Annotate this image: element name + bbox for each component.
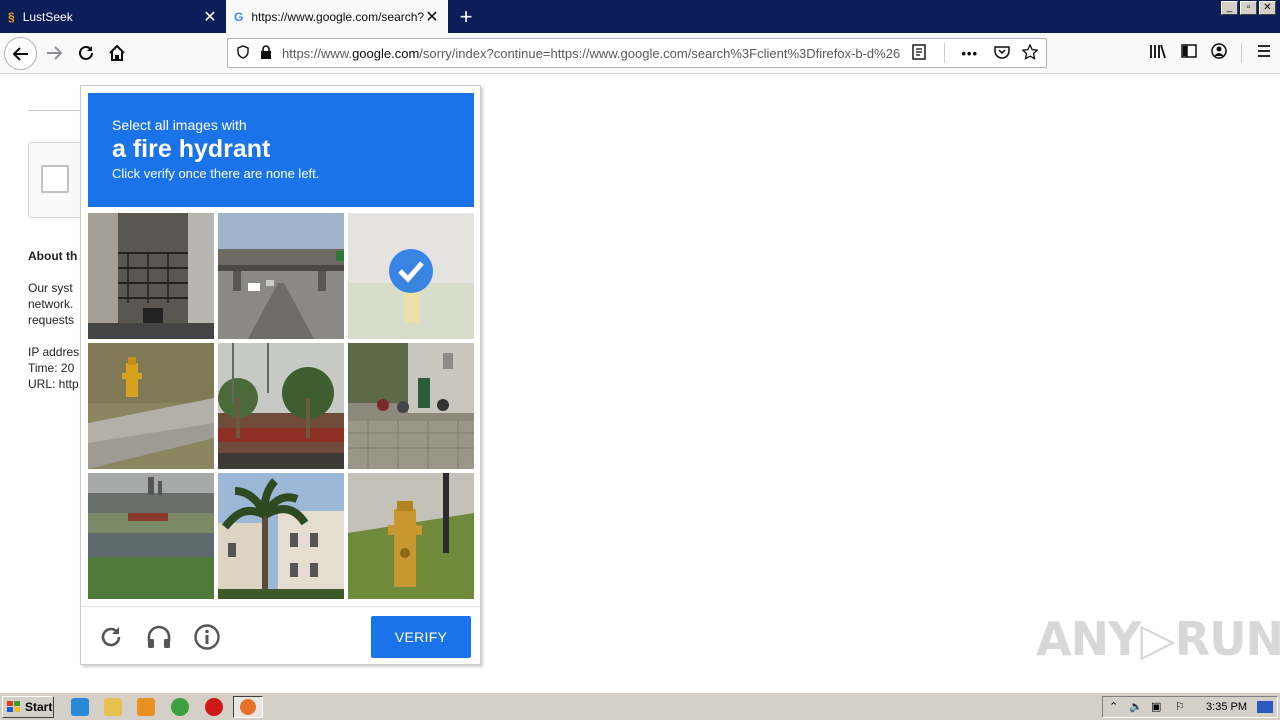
maximize-button[interactable]: ▫ — [1240, 1, 1257, 15]
tab-google[interactable]: G https://www.google.com/search?c ✕ — [226, 0, 448, 33]
close-window-button[interactable]: ✕ — [1259, 1, 1276, 15]
page-paragraph-line: URL: http — [28, 377, 79, 391]
nav-toolbar: https://www.google.com/sorry/index?conti… — [0, 33, 1280, 74]
captcha-subinstruction: Click verify once there are none left. — [112, 166, 320, 181]
library-icon[interactable] — [1149, 43, 1167, 64]
tab-title: LustSeek — [22, 9, 73, 24]
show-desktop-icon[interactable] — [1257, 701, 1273, 713]
captcha-header: Select all images with a fire hydrant Cl… — [88, 93, 474, 207]
reload-icon — [101, 627, 121, 647]
media-player-icon[interactable] — [137, 698, 155, 716]
sword-favicon-icon: § — [8, 9, 15, 24]
close-tab-icon[interactable]: ✕ — [202, 7, 218, 27]
captcha-tile-9[interactable] — [348, 473, 474, 599]
system-tray: ⌃ 🔈 ▣ ⚐ 3:35 PM — [1102, 696, 1278, 718]
shield-icon[interactable] — [236, 44, 250, 62]
page-paragraph-line: requests — [28, 313, 75, 327]
captcha-challenge: Select all images with a fire hydrant Cl… — [80, 85, 481, 665]
toolbar-divider — [1241, 43, 1242, 63]
page-paragraph-line: network. — [28, 297, 74, 311]
opera-icon[interactable] — [205, 698, 223, 716]
tray-expand-icon[interactable]: ⌃ — [1109, 700, 1118, 713]
pocket-icon[interactable] — [994, 45, 1010, 62]
url-path: /sorry/index?continue=https://www.google… — [419, 45, 901, 61]
captcha-tile-5[interactable] — [218, 343, 344, 469]
sidebar-icon[interactable] — [1181, 43, 1197, 63]
captcha-instruction: Select all images with — [112, 117, 247, 133]
lock-icon[interactable] — [260, 44, 272, 62]
about-heading: About th — [28, 249, 78, 263]
clock[interactable]: 3:35 PM — [1206, 701, 1247, 713]
ie-icon[interactable] — [71, 698, 89, 716]
captcha-tile-2[interactable] — [218, 213, 344, 339]
taskbar: Start ⌃ 🔈 ▣ ⚐ 3:35 PM — [0, 692, 1280, 720]
recaptcha-checkbox[interactable] — [41, 165, 69, 193]
forward-button[interactable] — [38, 33, 70, 73]
info-button[interactable] — [193, 623, 221, 651]
captcha-tile-3[interactable] — [348, 213, 474, 339]
url-domain: google.com — [352, 45, 420, 61]
taskbar-firefox-button[interactable] — [233, 696, 263, 718]
url-divider — [944, 43, 946, 63]
flag-icon[interactable]: ⚐ — [1175, 700, 1185, 713]
network-icon[interactable]: ▣ — [1151, 700, 1161, 713]
page-paragraph-line: Time: 20 — [28, 361, 75, 375]
url-prefix: https://www. — [282, 45, 353, 61]
volume-icon[interactable]: 🔈 — [1129, 700, 1143, 713]
new-tab-button[interactable]: + — [452, 0, 480, 33]
verify-button[interactable]: VERIFY — [371, 616, 471, 658]
minimize-button[interactable]: _ — [1221, 1, 1238, 15]
reader-view-icon[interactable] — [912, 43, 927, 63]
firefox-icon — [240, 699, 256, 715]
audio-challenge-button[interactable] — [145, 623, 173, 651]
close-tab-icon[interactable]: ✕ — [424, 7, 440, 27]
back-button[interactable] — [4, 37, 37, 70]
captcha-tile-6[interactable] — [348, 343, 474, 469]
start-button[interactable]: Start — [2, 696, 54, 718]
folder-icon[interactable] — [104, 698, 122, 716]
captcha-tile-7[interactable] — [88, 473, 214, 599]
google-favicon-icon: G — [234, 9, 244, 24]
reload-button[interactable] — [70, 33, 102, 73]
account-icon[interactable] — [1211, 42, 1227, 64]
reload-challenge-button[interactable] — [97, 623, 125, 651]
more-actions-icon[interactable]: ••• — [961, 46, 978, 61]
captcha-grid — [88, 213, 474, 599]
headphones-icon — [147, 625, 171, 648]
arrow-right-icon — [47, 46, 63, 60]
reload-icon — [79, 45, 93, 60]
anyrun-watermark: ANY▷RUN — [1036, 612, 1280, 666]
bookmark-star-icon[interactable] — [1021, 42, 1039, 63]
tab-lustseek[interactable]: § LustSeek ✕ — [0, 0, 226, 33]
arrow-left-icon — [12, 46, 28, 61]
hamburger-menu-icon[interactable] — [1256, 44, 1272, 63]
recaptcha-widget[interactable] — [28, 142, 88, 218]
captcha-tile-4[interactable] — [88, 343, 214, 469]
divider — [28, 110, 88, 111]
captcha-tile-8[interactable] — [218, 473, 344, 599]
toolbar-right — [1149, 33, 1272, 73]
tab-strip: § LustSeek ✕ G https://www.google.com/se… — [0, 0, 1280, 33]
captcha-footer: VERIFY — [81, 606, 480, 664]
captcha-tile-1[interactable] — [88, 213, 214, 339]
chrome-icon[interactable] — [171, 698, 189, 716]
url-bar[interactable]: https://www.google.com/sorry/index?conti… — [227, 38, 1047, 68]
tab-title: https://www.google.com/search?c — [251, 9, 424, 24]
page-paragraph-line: IP addres — [28, 345, 80, 359]
window-controls: _ ▫ ✕ — [1221, 1, 1276, 15]
start-label: Start — [25, 700, 53, 714]
home-button[interactable] — [101, 33, 133, 73]
captcha-target: a fire hydrant — [112, 135, 271, 163]
home-icon — [109, 44, 125, 61]
url-text[interactable]: https://www.google.com/sorry/index?conti… — [282, 46, 902, 61]
windows-logo-icon — [7, 701, 20, 712]
info-icon — [194, 624, 220, 650]
page-paragraph-line: Our syst — [28, 281, 73, 295]
